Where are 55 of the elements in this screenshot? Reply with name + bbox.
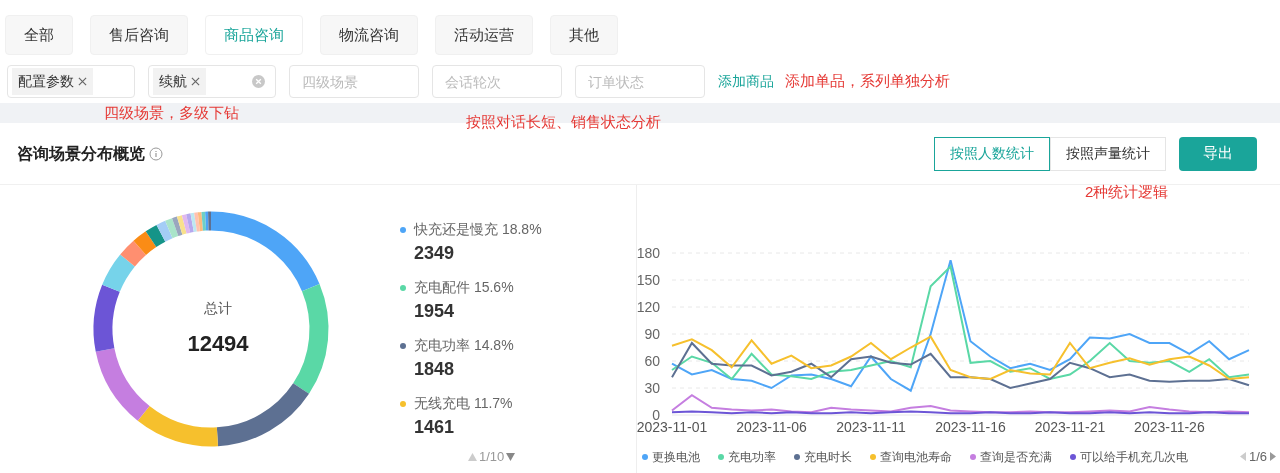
legend-count: 2349 [413,242,456,265]
legend-count: 1461 [413,416,456,439]
filter-field[interactable]: 订单状态 [575,65,705,98]
up-triangle-icon[interactable] [468,452,477,461]
legend-label: 查询电池寿命 [880,448,952,466]
legend-count: 1848 [413,358,456,381]
category-tab[interactable]: 物流咨询 [320,15,418,55]
legend-pager: 1/10 [479,448,505,466]
axis-label: 2023-11-16 [935,419,1006,435]
axis-label: 90 [644,326,660,342]
tag-select-field[interactable]: 配置参数 [7,65,135,98]
legend-label: 充电时长 [804,448,852,466]
down-triangle-icon[interactable] [506,452,516,461]
annotation-note: 按照对话长短、销售状态分析 [466,112,661,132]
axis-label: 150 [637,272,660,288]
total-label: 总计 [204,299,232,318]
legend-label: 无线充电 11.7% [414,394,513,413]
axis-label: 2023-11-26 [1134,419,1205,435]
annotation-note: 添加单品，系列单独分析 [785,71,950,92]
close-icon[interactable] [78,77,87,86]
axis-label: 2023-11-11 [836,419,906,435]
stat-toggle-button[interactable]: 按照声量统计 [1050,136,1166,171]
annotation-note: 四级场景，多级下钻 [104,103,239,123]
legend-pager: 1/6 [1248,448,1267,466]
filter-field[interactable]: 会话轮次 [432,65,562,98]
info-icon [149,146,163,161]
legend-label: 充电功率 14.8% [414,336,514,355]
axis-label: 60 [644,353,660,369]
legend-count: 1954 [413,300,456,323]
filter-tag: 配置参数 [12,68,93,95]
total-value: 12494 [187,330,249,358]
category-tab[interactable]: 活动运营 [435,15,533,55]
annotation-note: 2种统计逻辑 [1085,182,1169,202]
category-tab[interactable]: 全部 [5,15,73,55]
legend-label: 更换电池 [652,448,700,466]
filter-tag: 续航 [153,68,206,95]
card-title: 咨询场景分布概览 [17,143,145,164]
right-caret-icon[interactable] [1270,452,1276,462]
legend-label: 快充还是慢充 18.8% [414,220,542,239]
category-tab[interactable]: 售后咨询 [90,15,188,55]
legend-label: 充电功率 [728,448,776,466]
legend-label: 可以给手机充几次电 [1080,448,1188,466]
axis-label: 180 [637,245,660,261]
close-icon[interactable] [191,77,200,86]
tag-select-field[interactable]: 续航 [148,65,276,98]
category-tab[interactable]: 其他 [550,15,618,55]
clear-icon[interactable] [252,75,265,88]
axis-label: 2023-11-06 [736,419,807,435]
legend-label: 充电配件 15.6% [414,278,514,297]
axis-label: 120 [637,299,660,315]
axis-label: 2023-11-21 [1034,419,1106,435]
legend-label: 查询是否充满 [980,448,1052,466]
left-caret-icon[interactable] [1239,452,1246,462]
filter-field[interactable]: 四级场景 [289,65,419,98]
axis-label: 30 [644,380,660,396]
